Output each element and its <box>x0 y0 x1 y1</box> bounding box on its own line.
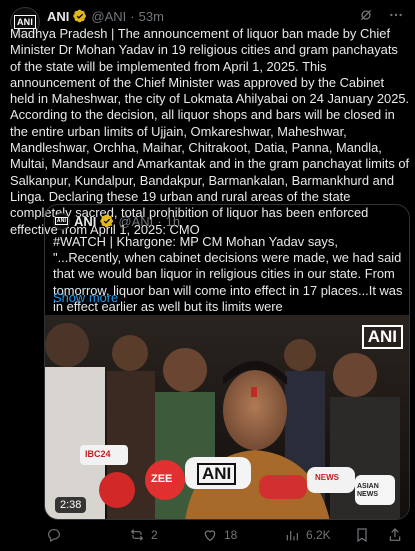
video-player[interactable]: IBC24 ZEE ANI NEWS ASIAN NEWS ANI 2:38 <box>45 315 409 519</box>
more-options-icon[interactable] <box>387 6 405 24</box>
ani-logo: ANI <box>54 217 69 225</box>
post-time[interactable]: 53m <box>139 9 164 24</box>
share-icon <box>389 528 401 541</box>
mic-label-ibc24: IBC24 <box>85 449 111 459</box>
like-button[interactable]: 18 <box>202 527 237 543</box>
share-button[interactable] <box>387 527 403 543</box>
mic-label-zee: ZEE <box>151 473 173 485</box>
quoted-author-name: ANI <box>74 213 97 229</box>
video-duration: 2:38 <box>55 497 87 513</box>
separator-dot: · <box>130 8 135 24</box>
video-frame <box>45 315 409 519</box>
reply-button[interactable] <box>46 527 68 543</box>
repost-button[interactable]: 2 <box>129 527 158 543</box>
mic-label-asian-news: ASIAN NEWS <box>357 483 379 498</box>
heart-icon <box>204 530 216 542</box>
reply-icon <box>48 529 60 543</box>
author-handle[interactable]: @ANI <box>91 9 126 24</box>
show-more-link[interactable]: Show more <box>53 290 118 305</box>
quoted-post-time: 1h <box>165 213 181 229</box>
mic-label-ani: ANI <box>197 463 237 485</box>
post-actions: 2 18 6.2K <box>44 524 410 546</box>
grok-icon[interactable] <box>357 6 375 24</box>
like-count: 18 <box>224 528 238 542</box>
quoted-post-header: ANI ANI @ANI · 1h <box>53 212 181 230</box>
quoted-author-handle: @ANI <box>118 213 154 229</box>
top-actions <box>357 6 405 24</box>
bookmark-icon <box>357 528 367 543</box>
post[interactable]: ANI ANI @ANI · 53m Madhya Pradesh | The … <box>0 0 415 551</box>
views-button[interactable]: 6.2K <box>284 527 331 543</box>
verified-gold-badge-icon <box>73 9 87 23</box>
views-count: 6.2K <box>306 528 331 542</box>
ani-watermark: ANI <box>361 325 403 349</box>
author-name[interactable]: ANI <box>47 9 69 24</box>
separator-dot: · <box>157 213 162 229</box>
quoted-author-avatar: ANI <box>53 212 70 230</box>
mic-label-news: NEWS <box>315 473 339 482</box>
bookmark-button[interactable] <box>354 527 370 543</box>
repost-count: 2 <box>151 528 158 542</box>
repost-icon <box>130 529 144 541</box>
verified-gold-badge-icon <box>100 214 114 228</box>
views-icon <box>286 531 298 541</box>
quoted-post[interactable]: ANI ANI @ANI · 1h #WATCH | Khargone: MP … <box>44 204 410 520</box>
post-header: ANI @ANI · 53m <box>47 8 164 24</box>
